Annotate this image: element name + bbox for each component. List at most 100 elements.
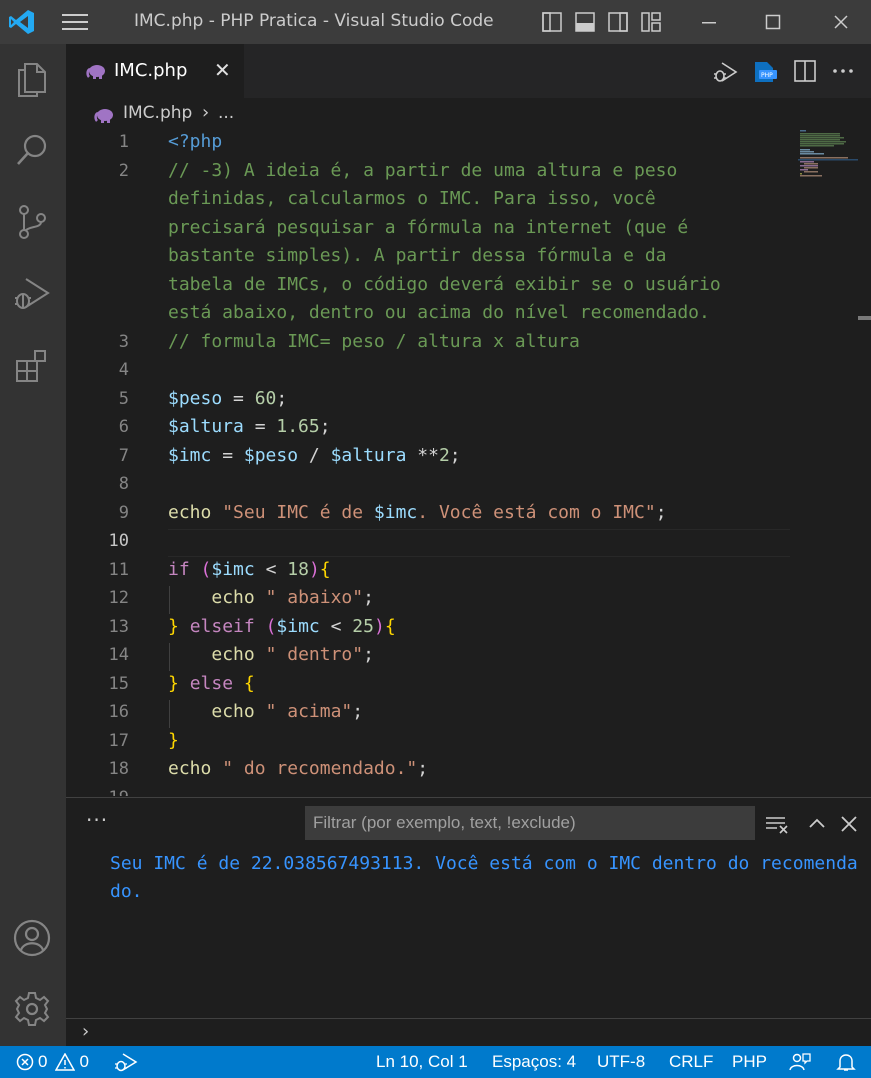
maximize-panel-icon[interactable] xyxy=(807,814,827,834)
panel-more-icon[interactable]: ··· xyxy=(86,808,108,832)
run-debug-file-icon[interactable] xyxy=(712,60,740,84)
line-number: 4 xyxy=(118,360,129,380)
split-editor-icon[interactable] xyxy=(794,60,816,82)
customize-layout-icon[interactable] xyxy=(641,12,661,32)
line-number: 9 xyxy=(118,503,129,523)
hamburger-menu-icon[interactable] xyxy=(62,13,88,31)
debug-status-icon[interactable] xyxy=(114,1052,138,1072)
encoding[interactable]: UTF-8 xyxy=(597,1052,645,1072)
line-number: 10 xyxy=(108,531,129,551)
end-of-line[interactable]: CRLF xyxy=(669,1052,713,1072)
code-line-wrap[interactable]: está abaixo, dentro ou acima do nível re… xyxy=(66,301,871,329)
code-text: está abaixo, dentro ou acima do nível re… xyxy=(168,302,710,323)
close-panel-icon[interactable] xyxy=(839,814,859,834)
code-text: echo " do recomendado."; xyxy=(168,758,429,779)
line-number: 18 xyxy=(108,759,129,779)
manage-button[interactable] xyxy=(10,987,54,1031)
error-icon xyxy=(16,1053,34,1071)
code-line[interactable]: 14 echo " dentro"; xyxy=(66,643,871,671)
code-text: } elseif ($imc < 25){ xyxy=(168,616,396,637)
code-line[interactable]: 1 <?php xyxy=(66,130,871,158)
code-text: } else { xyxy=(168,673,255,694)
code-line[interactable]: 4 xyxy=(66,358,871,386)
code-line[interactable]: 18 echo " do recomendado."; xyxy=(66,757,871,785)
clear-output-icon[interactable] xyxy=(765,814,789,834)
code-text: bastante simples). A partir dessa fórmul… xyxy=(168,245,667,266)
title-bar: IMC.php - PHP Pratica - Visual Studio Co… xyxy=(0,0,871,44)
toggle-panel-icon[interactable] xyxy=(575,12,595,32)
search-button[interactable] xyxy=(10,128,54,172)
code-text: $imc = $peso / $altura **2; xyxy=(168,445,461,466)
problems-indicator[interactable]: 0 0 xyxy=(16,1052,89,1072)
tab-imc-php[interactable]: IMC.php ✕ xyxy=(66,44,244,98)
warning-icon xyxy=(55,1053,76,1071)
code-line-wrap[interactable]: definidas, calcularmos o IMC. Para isso,… xyxy=(66,187,871,215)
php-preview-icon[interactable]: PHP xyxy=(753,60,779,84)
tab-close-icon[interactable]: ✕ xyxy=(214,58,231,82)
code-line[interactable]: 6 $altura = 1.65; xyxy=(66,415,871,443)
source-control-icon xyxy=(19,205,46,239)
maximize-button[interactable] xyxy=(758,8,788,36)
code-line[interactable]: 7 $imc = $peso / $altura **2; xyxy=(66,444,871,472)
code-text: tabela de IMCs, o código deverá exibir s… xyxy=(168,274,721,295)
toggle-primary-sidebar-icon[interactable] xyxy=(542,12,562,32)
code-text: echo " acima"; xyxy=(211,701,364,722)
notifications-bell-icon[interactable] xyxy=(836,1052,856,1072)
language-mode[interactable]: PHP xyxy=(732,1052,767,1072)
line-number: 16 xyxy=(108,702,129,722)
indentation[interactable]: Espaços: 4 xyxy=(492,1052,576,1072)
code-text: echo "Seu IMC é de $imc. Você está com o… xyxy=(168,502,667,523)
feedback-icon[interactable] xyxy=(789,1052,811,1072)
tab-bar: IMC.php ✕ PHP xyxy=(66,44,871,98)
scrollbar-thumb[interactable] xyxy=(858,316,871,320)
line-number: 7 xyxy=(118,446,129,466)
code-line[interactable]: 17 } xyxy=(66,729,871,757)
close-icon xyxy=(834,15,848,29)
code-line[interactable]: 11 if ($imc < 18){ xyxy=(66,558,871,586)
vscode-logo-icon[interactable] xyxy=(8,8,36,36)
code-line[interactable]: 9 echo "Seu IMC é de $imc. Você está com… xyxy=(66,501,871,529)
extensions-icon xyxy=(16,350,46,382)
more-actions-icon[interactable] xyxy=(832,60,854,82)
run-debug-button[interactable] xyxy=(10,272,54,316)
code-line-active[interactable]: 10 xyxy=(66,529,871,557)
breadcrumb-symbols[interactable]: ... xyxy=(218,103,234,123)
close-window-button[interactable] xyxy=(826,8,856,36)
code-line-wrap[interactable]: precisará pesquisar a fórmula na interne… xyxy=(66,216,871,244)
line-number: 19 xyxy=(69,788,129,796)
code-line[interactable]: 15 } else { xyxy=(66,672,871,700)
warning-count: 0 xyxy=(79,1052,89,1071)
code-line[interactable]: 5 $peso = 60; xyxy=(66,387,871,415)
toggle-secondary-sidebar-icon[interactable] xyxy=(608,12,628,32)
terminal-prompt[interactable]: › xyxy=(66,1018,871,1047)
source-control-button[interactable] xyxy=(10,200,54,244)
code-line[interactable]: 12 echo " abaixo"; xyxy=(66,586,871,614)
code-line[interactable]: 3 // formula IMC= peso / altura x altura xyxy=(66,330,871,358)
extensions-button[interactable] xyxy=(10,344,54,388)
line-number: 14 xyxy=(108,645,129,665)
explorer-button[interactable] xyxy=(10,58,54,102)
php-elephant-icon xyxy=(94,109,113,123)
code-line[interactable]: 19 xyxy=(66,786,871,796)
line-number: 17 xyxy=(108,731,129,751)
accounts-button[interactable] xyxy=(10,916,54,960)
code-text: $altura = 1.65; xyxy=(168,416,331,437)
breadcrumb-file[interactable]: IMC.php xyxy=(123,103,192,123)
code-line-wrap[interactable]: bastante simples). A partir dessa fórmul… xyxy=(66,244,871,272)
code-line-wrap[interactable]: tabela de IMCs, o código deverá exibir s… xyxy=(66,273,871,301)
line-number: 13 xyxy=(108,617,129,637)
code-line[interactable]: 2 // -3) A ideia é, a partir de uma altu… xyxy=(66,159,871,187)
line-number: 12 xyxy=(108,588,129,608)
code-editor[interactable]: 1 <?php 2 // -3) A ideia é, a partir de … xyxy=(66,130,871,796)
files-icon xyxy=(18,63,46,97)
minimap[interactable] xyxy=(798,130,858,190)
code-line[interactable]: 16 echo " acima"; xyxy=(66,700,871,728)
code-line[interactable]: 8 xyxy=(66,472,871,500)
breadcrumb: IMC.php › ... xyxy=(66,98,871,130)
code-line[interactable]: 13 } elseif ($imc < 25){ xyxy=(66,615,871,643)
cursor-position[interactable]: Ln 10, Col 1 xyxy=(376,1052,468,1072)
svg-text:PHP: PHP xyxy=(761,72,773,79)
code-text: echo " dentro"; xyxy=(211,644,374,665)
filter-input[interactable] xyxy=(305,806,755,840)
minimize-button[interactable] xyxy=(694,8,724,36)
